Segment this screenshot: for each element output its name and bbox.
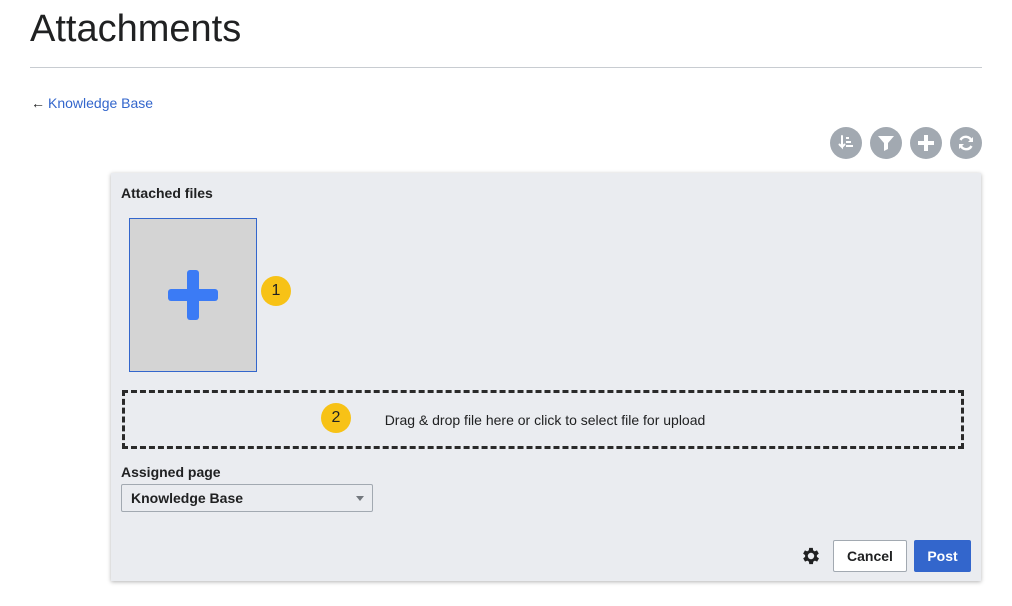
cancel-button[interactable]: Cancel	[833, 540, 907, 572]
title-divider	[30, 67, 982, 68]
sort-button[interactable]	[830, 127, 862, 159]
sort-icon	[838, 135, 853, 150]
settings-button[interactable]	[799, 544, 823, 568]
filter-button[interactable]	[870, 127, 902, 159]
dropzone-text: Drag & drop file here or click to select…	[384, 411, 706, 428]
add-file-tile[interactable]	[129, 218, 257, 372]
file-dropzone[interactable]: Drag & drop file here or click to select…	[122, 390, 964, 449]
attached-files-heading: Attached files	[121, 185, 213, 201]
assigned-page-select[interactable]: Knowledge Base	[121, 484, 373, 512]
chevron-down-icon	[356, 496, 364, 501]
add-button[interactable]	[910, 127, 942, 159]
assigned-page-value: Knowledge Base	[131, 490, 244, 506]
back-link-label: Knowledge Base	[48, 95, 154, 111]
attachments-panel: Attached files 1 Drag & drop file here o…	[111, 173, 981, 581]
toolbar	[830, 127, 982, 159]
refresh-button[interactable]	[950, 127, 982, 159]
gear-icon	[803, 547, 819, 565]
annotation-badge-2: 2	[321, 403, 351, 433]
post-button[interactable]: Post	[914, 540, 971, 572]
refresh-icon	[959, 135, 973, 151]
assigned-page-label: Assigned page	[121, 464, 221, 480]
add-icon	[918, 135, 934, 151]
annotation-badge-1: 1	[261, 276, 291, 306]
page-title: Attachments	[30, 8, 242, 50]
plus-icon	[168, 270, 218, 320]
filter-icon	[878, 136, 894, 151]
back-arrow-icon: ←	[31, 95, 45, 111]
back-link[interactable]: ← Knowledge Base	[31, 95, 153, 111]
